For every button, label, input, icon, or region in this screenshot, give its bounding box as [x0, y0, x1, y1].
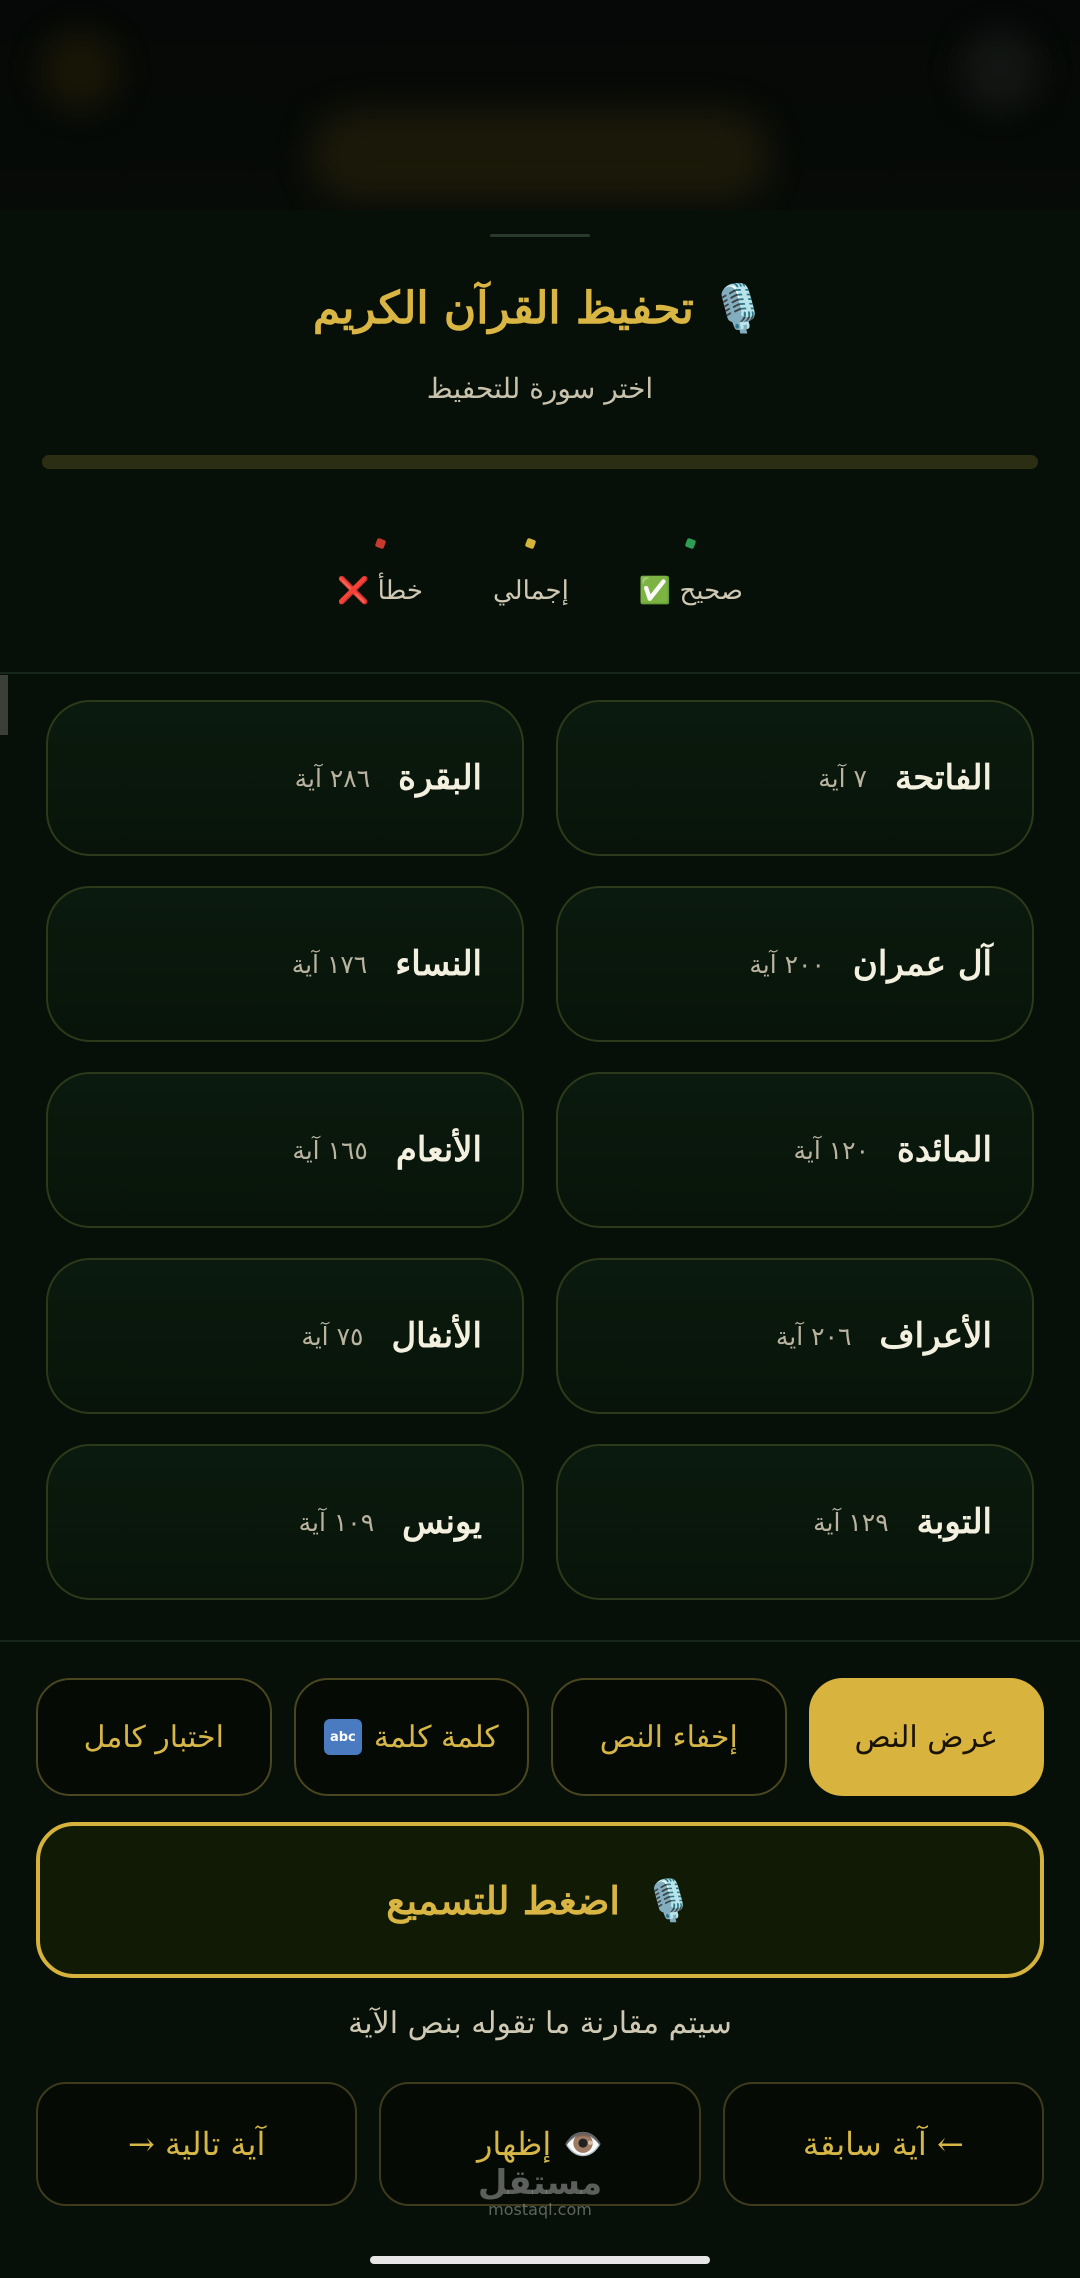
surah-ayah-count: ٧ آية — [818, 763, 867, 793]
surah-card-al-baqara[interactable]: البقرة ٢٨٦ آية — [46, 700, 524, 856]
sheet-subtitle: اختر سورة للتحفيظ — [426, 372, 654, 405]
surah-name: الأنفال — [391, 1316, 482, 1356]
microphone-icon: 🎙️ — [709, 280, 768, 335]
correct-indicator-dot — [685, 537, 697, 550]
stat-wrong: خطأ ❌ — [337, 530, 423, 630]
surah-ayah-count: ١٦٥ آية — [292, 1135, 368, 1165]
stat-wrong-label: خطأ ❌ — [337, 576, 423, 606]
full-test-button[interactable]: اختبار كامل — [36, 1678, 272, 1796]
surah-card-al-anam[interactable]: الأنعام ١٦٥ آية — [46, 1072, 524, 1228]
reveal-label: إظهار — [476, 2125, 552, 2163]
surah-name: البقرة — [398, 758, 482, 798]
surah-ayah-count: ١٢٠ آية — [793, 1135, 870, 1165]
blurred-title — [310, 110, 770, 200]
surah-name: الفاتحة — [894, 758, 992, 798]
blurred-left-icon — [40, 30, 120, 110]
surah-card-al-fatiha[interactable]: الفاتحة ٧ آية — [556, 700, 1034, 856]
surah-ayah-count: ٢٨٦ آية — [294, 763, 371, 793]
surah-card-al-anfal[interactable]: الأنفال ٧٥ آية — [46, 1258, 524, 1414]
surah-name: التوبة — [916, 1502, 992, 1542]
surah-card-an-nisa[interactable]: النساء ١٧٦ آية — [46, 886, 524, 1042]
show-text-button[interactable]: عرض النص — [808, 1678, 1044, 1796]
recite-label: اضغط للتسميع — [386, 1877, 620, 1923]
surah-card-al-imran[interactable]: آل عمران ٢٠٠ آية — [556, 886, 1034, 1042]
edge-scroll-indicator — [0, 675, 8, 735]
hide-text-button[interactable]: إخفاء النص — [551, 1678, 787, 1796]
blurred-right-icon — [960, 30, 1040, 110]
microphone-icon: 🎙️ — [643, 1877, 694, 1924]
surah-ayah-count: ٢٠٦ آية — [775, 1321, 852, 1351]
surah-ayah-count: ١٢٩ آية — [813, 1507, 889, 1537]
stats-row: صحيح ✅ إجمالي خطأ ❌ — [0, 530, 1080, 630]
watermark-url: mostaql.com — [488, 2200, 592, 2219]
abc-icon: abc — [323, 1719, 362, 1755]
wrong-indicator-dot — [374, 537, 386, 550]
surah-card-yunus[interactable]: يونس ١٠٩ آية — [46, 1444, 524, 1600]
press-to-recite-button[interactable]: 🎙️ اضغط للتسميع — [36, 1822, 1044, 1978]
surah-name: الأعراف — [879, 1316, 992, 1356]
divider — [0, 1640, 1080, 1642]
surah-ayah-count: ٧٥ آية — [301, 1321, 364, 1351]
stat-correct-label: صحيح ✅ — [638, 576, 743, 606]
divider — [0, 672, 1080, 674]
surah-name: آل عمران — [852, 944, 992, 984]
surah-card-al-maida[interactable]: المائدة ١٢٠ آية — [556, 1072, 1034, 1228]
blurred-background-header — [0, 0, 1080, 210]
surah-name: المائدة — [897, 1130, 992, 1170]
recite-hint: سيتم مقارنة ما تقوله بنص الآية — [348, 2006, 732, 2041]
surah-ayah-count: ١٧٦ آية — [291, 949, 368, 979]
previous-ayah-button[interactable]: ← آية سابقة — [722, 2082, 1044, 2206]
total-indicator-dot — [525, 537, 537, 550]
sheet-drag-handle[interactable] — [490, 234, 590, 237]
surah-name: الأنعام — [395, 1130, 482, 1170]
stat-total: إجمالي — [493, 530, 569, 630]
word-by-word-label: كلمة كلمة — [373, 1719, 499, 1755]
stat-correct: صحيح ✅ — [639, 530, 743, 630]
surah-grid: الفاتحة ٧ آية البقرة ٢٨٦ آية آل عمران ٢٠… — [46, 700, 1034, 1600]
memorization-sheet: 🎙️ تحفيظ القرآن الكريم اختر سورة للتحفيظ… — [0, 210, 1080, 2278]
stat-total-label: إجمالي — [493, 576, 569, 606]
sheet-title: تحفيظ القرآن الكريم — [312, 282, 694, 334]
word-by-word-button[interactable]: كلمة كلمة abc — [293, 1678, 529, 1796]
surah-card-at-tawba[interactable]: التوبة ١٢٩ آية — [556, 1444, 1034, 1600]
surah-card-al-araf[interactable]: الأعراف ٢٠٦ آية — [556, 1258, 1034, 1414]
home-indicator[interactable] — [370, 2256, 710, 2264]
surah-ayah-count: ١٠٩ آية — [298, 1507, 375, 1537]
surah-name: النساء — [395, 944, 482, 984]
next-ayah-button[interactable]: آية تالية → — [36, 2082, 358, 2206]
surah-ayah-count: ٢٠٠ آية — [749, 949, 825, 979]
progress-bar — [42, 455, 1038, 469]
sheet-title-row: 🎙️ تحفيظ القرآن الكريم — [0, 268, 1080, 348]
watermark-arabic: مستقل — [477, 2163, 603, 2203]
surah-name: يونس — [402, 1502, 482, 1542]
display-mode-row: عرض النص إخفاء النص كلمة كلمة abc اختبار… — [36, 1678, 1044, 1796]
eye-icon: 👁️ — [563, 2125, 604, 2163]
watermark-logo: مستقل mostaql.com — [470, 2165, 610, 2219]
